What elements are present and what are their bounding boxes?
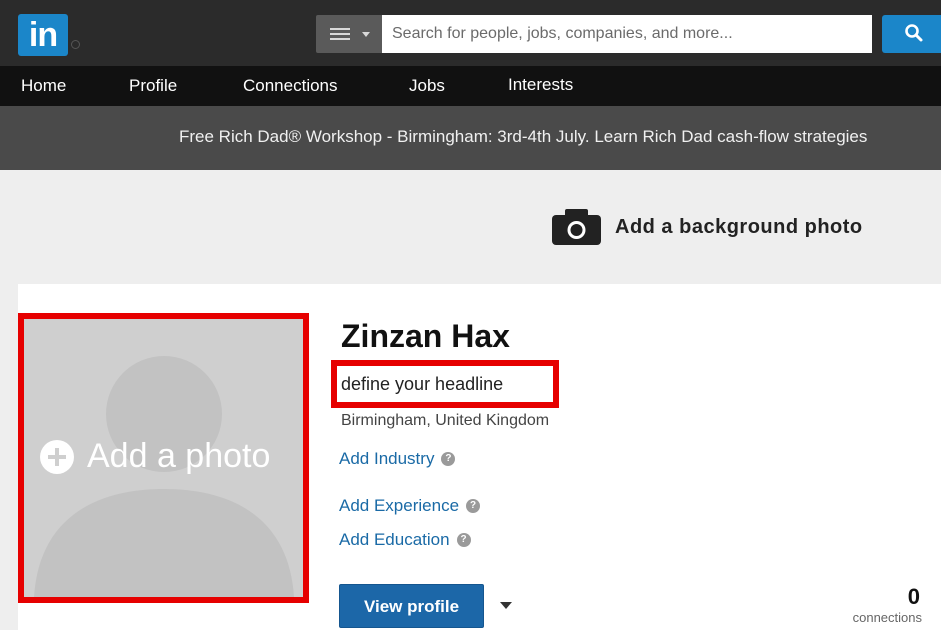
search-scope-dropdown[interactable] [316, 15, 382, 53]
search-icon [905, 24, 923, 42]
chevron-down-icon [362, 32, 370, 37]
headline-text[interactable]: define your headline [341, 374, 503, 395]
add-industry-label[interactable]: Add Industry [339, 449, 434, 469]
add-education-link[interactable]: Add Education ? [339, 530, 471, 550]
add-photo-button[interactable]: Add a photo [40, 437, 270, 476]
add-industry-link[interactable]: Add Industry ? [339, 449, 456, 469]
add-education-label[interactable]: Add Education [339, 530, 450, 550]
view-profile-button[interactable]: View profile [339, 584, 484, 628]
plus-circle-icon [40, 439, 74, 474]
connections-label: connections [852, 610, 922, 625]
add-experience-link[interactable]: Add Experience ? [339, 496, 481, 516]
headline-field[interactable]: define your headline [331, 360, 559, 408]
promo-text[interactable]: Free Rich Dad® Workshop - Birmingham: 3r… [179, 127, 867, 147]
main-nav: Home Profile Connections Jobs Interests [0, 66, 941, 106]
add-photo-label: Add a photo [87, 437, 271, 475]
nav-profile[interactable]: Profile [129, 76, 177, 96]
nav-home[interactable]: Home [21, 76, 66, 96]
nav-connections[interactable]: Connections [243, 76, 338, 96]
search-button[interactable] [882, 15, 941, 53]
help-icon[interactable]: ? [456, 533, 471, 547]
profile-name: Zinzan Hax [341, 318, 510, 354]
add-photo-area[interactable]: Add a photo [18, 313, 309, 603]
camera-icon [552, 209, 601, 245]
add-experience-label[interactable]: Add Experience [339, 496, 459, 516]
connections-count[interactable]: 0 [880, 584, 920, 610]
add-background-photo-button[interactable]: Add a background photo [552, 209, 863, 245]
profile-location: Birmingham, United Kingdom [341, 412, 550, 429]
help-icon[interactable]: ? [466, 499, 481, 513]
linkedin-logo[interactable]: in [18, 14, 68, 56]
chevron-down-icon[interactable] [500, 602, 512, 609]
nav-jobs[interactable]: Jobs [409, 76, 445, 96]
promo-banner: Free Rich Dad® Workshop - Birmingham: 3r… [0, 106, 941, 170]
help-icon[interactable]: ? [441, 452, 456, 466]
nav-interests[interactable]: Interests [508, 75, 573, 95]
list-icon [330, 28, 350, 40]
add-background-photo-label: Add a background photo [615, 215, 863, 238]
registered-mark-icon [71, 40, 80, 49]
search-input[interactable] [382, 15, 872, 53]
top-bar: in [0, 0, 941, 66]
